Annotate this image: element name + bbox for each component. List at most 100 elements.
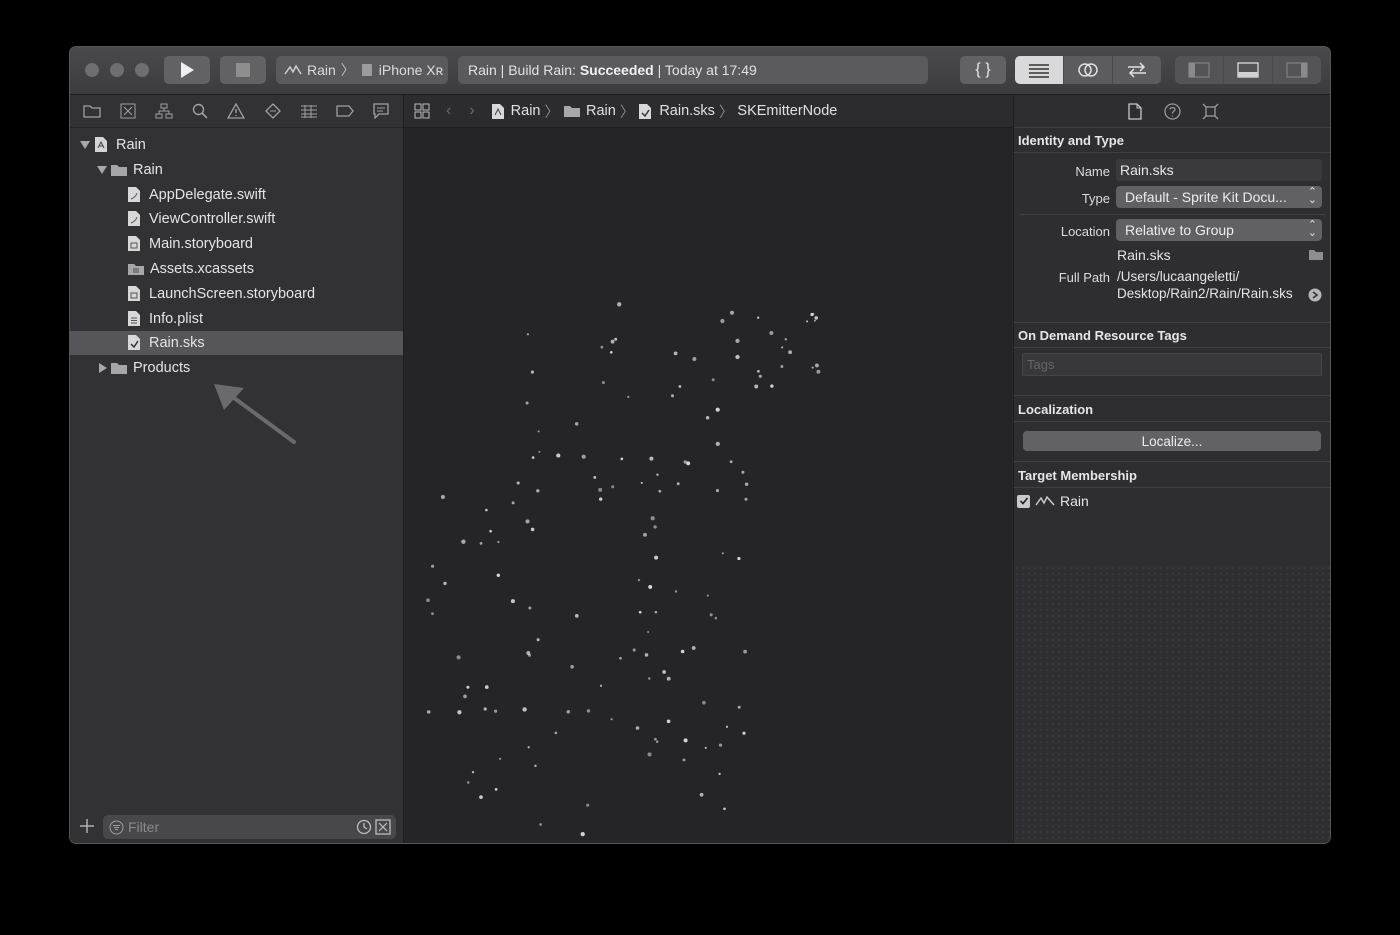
choose-folder-icon[interactable]	[1308, 249, 1324, 261]
tree-row-viewcontroller-swift[interactable]: ViewController.swift	[70, 207, 403, 231]
tree-row-products[interactable]: Products	[70, 356, 403, 380]
tree-row-rain[interactable]: Rain	[70, 158, 403, 182]
disclosure-open-icon[interactable]	[80, 141, 90, 149]
help-icon[interactable]	[1164, 102, 1182, 120]
reveal-in-finder-icon[interactable]	[1308, 288, 1322, 302]
localize-button[interactable]: Localize...	[1023, 431, 1321, 451]
location-popup[interactable]: Relative to Group ⌃ ⌄	[1116, 219, 1322, 241]
warning-icon[interactable]	[227, 102, 246, 120]
add-icon[interactable]	[80, 819, 94, 833]
type-popup[interactable]: Default - Sprite Kit Docu... ⌃ ⌄	[1116, 186, 1322, 208]
name-field[interactable]: Rain.sks	[1116, 159, 1322, 181]
tree-row-launchscreen-storyboard[interactable]: LaunchScreen.storyboard	[70, 282, 403, 306]
particle	[627, 395, 630, 398]
jumpbar-item-project[interactable]: Rain	[511, 103, 541, 119]
particle	[536, 489, 540, 493]
particle	[598, 487, 603, 492]
search-icon[interactable]	[191, 102, 209, 120]
particle	[683, 738, 688, 743]
toggle-inspector-button[interactable]	[1273, 56, 1321, 84]
standard-editor-button[interactable]	[1015, 56, 1064, 84]
toggle-debug-area-button[interactable]	[1224, 56, 1273, 84]
particle	[676, 482, 680, 486]
node-inspector-icon[interactable]	[1202, 102, 1220, 120]
tree-row-rain-sks[interactable]: Rain.sks	[70, 331, 403, 356]
particle	[813, 319, 816, 322]
filter-field[interactable]: Filter	[103, 815, 396, 839]
particle	[610, 718, 613, 721]
particle	[718, 772, 721, 776]
particle	[537, 430, 540, 433]
tags-field[interactable]: Tags	[1022, 353, 1322, 376]
particle	[683, 460, 688, 464]
tree-row-info-plist[interactable]: Info.plist	[70, 307, 403, 331]
forward-chevron-icon[interactable]: ›	[469, 102, 474, 120]
report-bubble-icon[interactable]	[372, 102, 390, 120]
particle	[656, 473, 659, 476]
target-checkbox[interactable]	[1017, 494, 1030, 508]
particle	[466, 781, 470, 784]
debug-list-icon[interactable]	[300, 102, 318, 120]
particle	[619, 656, 622, 660]
particle	[737, 556, 741, 561]
jumpbar-item-node[interactable]: SKEmitterNode	[737, 103, 837, 119]
particle	[666, 676, 671, 681]
particle-scene-canvas[interactable]	[404, 128, 1012, 843]
project-icon	[94, 136, 108, 157]
particle	[699, 792, 704, 797]
storyboard-file-icon	[127, 285, 141, 306]
tree-row-appdelegate-swift[interactable]: AppDelegate.swift	[70, 183, 403, 207]
tree-row-main-storyboard[interactable]: Main.storyboard	[70, 232, 403, 256]
particle	[536, 638, 540, 642]
identity-section-title: Identity and Type	[1018, 133, 1124, 148]
assistant-editor-button[interactable]	[1064, 56, 1113, 84]
library-button[interactable]: { }	[960, 56, 1006, 84]
related-items-grid-icon[interactable]	[414, 103, 430, 119]
particle	[674, 590, 678, 593]
version-editor-button[interactable]	[1113, 56, 1161, 84]
close-window-button[interactable]	[85, 63, 99, 77]
disclosure-closed-icon[interactable]	[99, 363, 107, 374]
particle	[729, 460, 733, 464]
particle	[494, 709, 498, 713]
particle	[531, 456, 535, 459]
disclosure-open-icon[interactable]	[97, 165, 107, 174]
folder-icon[interactable]	[83, 102, 101, 120]
jumpbar-item-group[interactable]: Rain	[586, 103, 616, 119]
project-file-icon	[491, 103, 504, 119]
sks-file-icon	[127, 334, 141, 355]
toggle-navigator-button[interactable]	[1175, 56, 1224, 84]
zoom-window-button[interactable]	[135, 63, 149, 77]
particle	[648, 677, 651, 680]
tree-row-rain[interactable]: Rain	[70, 133, 403, 157]
scheme-selector[interactable]: Rain 〉 iPhone Xʀ	[276, 56, 448, 84]
minimize-window-button[interactable]	[110, 63, 124, 77]
recent-clock-icon[interactable]	[356, 819, 372, 835]
chevron-right-icon: 〉	[619, 104, 635, 121]
particle	[680, 649, 685, 654]
source-control-icon[interactable]	[119, 102, 137, 120]
inspector-selector-bar	[1014, 95, 1330, 127]
particle	[666, 719, 671, 724]
back-chevron-icon[interactable]: ‹	[446, 102, 451, 120]
fullpath-label: Full Path	[1058, 270, 1110, 285]
file-inspector-icon[interactable]	[1126, 102, 1144, 120]
test-diamond-icon[interactable]	[264, 102, 282, 120]
particle	[461, 539, 466, 544]
tree-row-assets-xcassets[interactable]: Assets.xcassets	[70, 257, 403, 281]
tree-item-label: AppDelegate.swift	[149, 186, 266, 203]
breakpoint-icon[interactable]	[336, 102, 354, 120]
stop-button[interactable]	[220, 56, 266, 84]
particle	[784, 338, 787, 341]
editor-area: ‹ › Rain 〉 Rain 〉 Rain.sks 〉 SKEmitterNo…	[404, 95, 1012, 843]
popup-arrows-icon: ⌃ ⌄	[1307, 186, 1317, 206]
particle	[525, 401, 529, 405]
particle	[574, 614, 579, 618]
particle	[709, 613, 713, 617]
symbol-hierarchy-icon[interactable]	[155, 102, 173, 120]
run-button[interactable]	[164, 56, 210, 84]
particle	[580, 831, 585, 837]
scm-filter-icon[interactable]	[375, 819, 391, 835]
jumpbar-item-file[interactable]: Rain.sks	[659, 103, 715, 119]
particle	[706, 594, 709, 597]
